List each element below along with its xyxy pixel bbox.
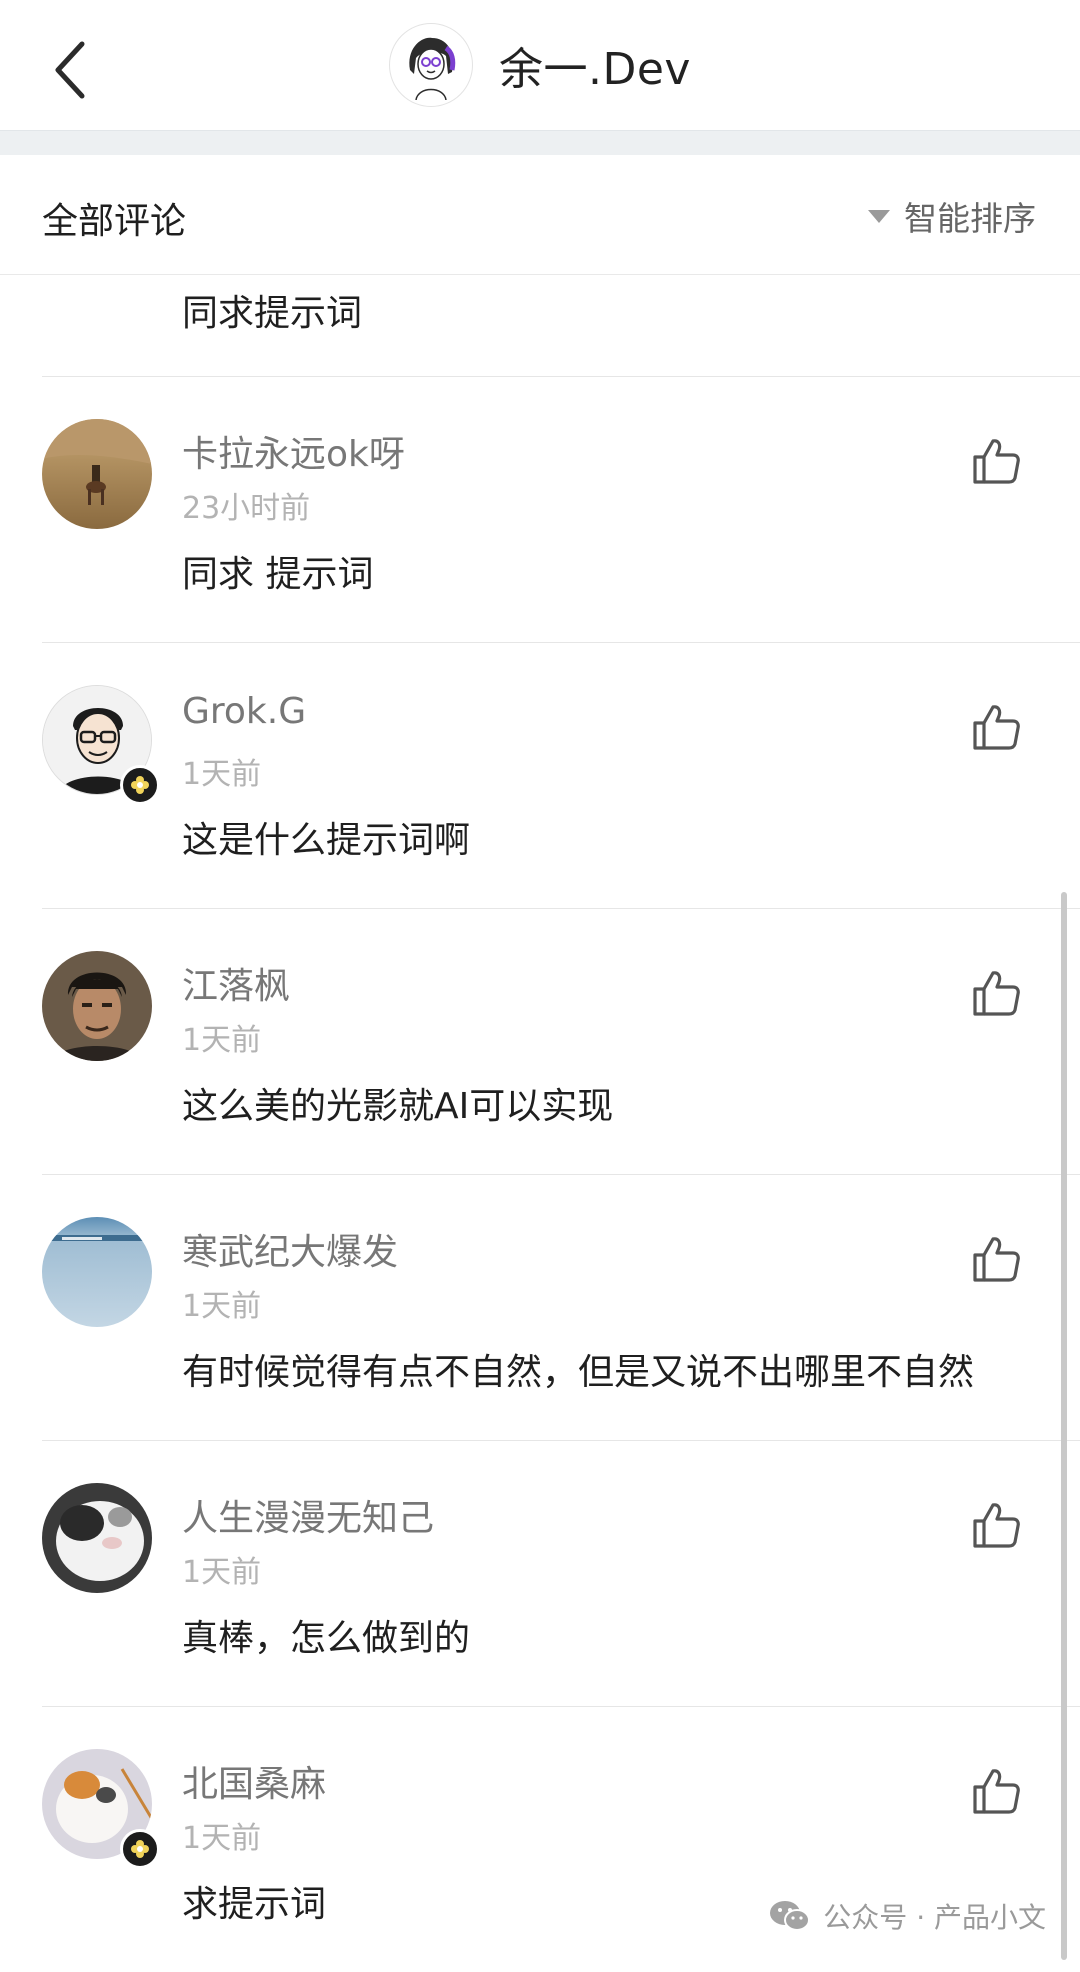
comment-author[interactable]: Grok.G bbox=[182, 691, 306, 732]
like-button[interactable] bbox=[970, 1499, 1022, 1551]
wechat-icon bbox=[770, 1901, 811, 1931]
partial-comment-text: 同求提示词 bbox=[182, 293, 363, 334]
like-button[interactable] bbox=[970, 1765, 1022, 1817]
comment-author[interactable]: 人生漫漫无知己 bbox=[182, 1489, 434, 1541]
thumbs-up-icon bbox=[973, 439, 1020, 484]
caret-down-icon bbox=[868, 209, 890, 223]
watermark-text: 公众号 · 产品小文 bbox=[823, 1901, 1046, 1934]
like-button[interactable] bbox=[970, 1233, 1022, 1285]
thumbs-up-icon bbox=[973, 1503, 1020, 1548]
comment-text: 有时候觉得有点不自然，但是又说不出哪里不自然 bbox=[182, 1352, 975, 1393]
sort-label: 智能排序 bbox=[904, 199, 1036, 238]
comment-time: 1天前 bbox=[182, 1821, 262, 1856]
comment-author[interactable]: 北国桑麻 bbox=[182, 1755, 326, 1807]
thumbs-up-icon bbox=[973, 971, 1020, 1016]
like-button[interactable] bbox=[970, 701, 1022, 753]
comment-text: 求提示词 bbox=[182, 1884, 327, 1925]
comment-time: 1天前 bbox=[182, 1023, 262, 1058]
comment-time: 1天前 bbox=[182, 1289, 262, 1324]
scrollbar[interactable] bbox=[1061, 892, 1067, 1960]
comment-item: 寒武纪大爆发 1天前 有时候觉得有点不自然，但是又说不出哪里不自然 bbox=[0, 1175, 1080, 1440]
comment-time: 1天前 bbox=[182, 1555, 262, 1590]
flower-badge-icon bbox=[131, 776, 149, 794]
avatar-image bbox=[42, 1217, 152, 1327]
top-nav-bar: 余一.Dev bbox=[0, 0, 1080, 130]
comment-item: 人生漫漫无知己 1天前 真棒，怎么做到的 bbox=[0, 1441, 1080, 1706]
avatar[interactable] bbox=[42, 951, 152, 1061]
avatar-image bbox=[42, 419, 152, 529]
verified-badge bbox=[120, 765, 160, 805]
like-button[interactable] bbox=[970, 967, 1022, 1019]
section-separator bbox=[0, 130, 1080, 155]
cartoon-girl-avatar bbox=[409, 37, 456, 100]
thumbs-up-icon bbox=[973, 705, 1020, 750]
comment-text: 同求 提示词 bbox=[182, 554, 374, 595]
like-button[interactable] bbox=[970, 435, 1022, 487]
thumbs-up-icon bbox=[973, 1237, 1020, 1282]
comment-text: 这么美的光影就AI可以实现 bbox=[182, 1086, 614, 1127]
watermark: 公众号 · 产品小文 bbox=[769, 1896, 1046, 1936]
avatar[interactable] bbox=[42, 1483, 152, 1593]
comment-author[interactable]: 江落枫 bbox=[182, 957, 290, 1009]
comment-item: 江落枫 1天前 这么美的光影就AI可以实现 bbox=[0, 909, 1080, 1174]
sort-button[interactable]: 智能排序 bbox=[868, 192, 1036, 240]
flower-badge-icon bbox=[131, 1840, 149, 1858]
verified-badge bbox=[120, 1829, 160, 1869]
page-title: 余一.Dev bbox=[499, 44, 691, 95]
avatar[interactable] bbox=[42, 419, 152, 529]
comment-text: 这是什么提示词啊 bbox=[182, 820, 471, 861]
comment-author[interactable]: 寒武纪大爆发 bbox=[182, 1223, 398, 1275]
title-group: 余一.Dev bbox=[0, 0, 1080, 130]
comment-item: Grok.G 1天前 这是什么提示词啊 bbox=[0, 643, 1080, 908]
avatar-image bbox=[42, 951, 152, 1061]
comments-header: 全部评论 智能排序 bbox=[0, 154, 1080, 275]
avatar-image bbox=[42, 1483, 152, 1593]
comment-author[interactable]: 卡拉永远ok呀 bbox=[182, 425, 405, 477]
author-avatar[interactable] bbox=[389, 23, 473, 107]
comment-time: 1天前 bbox=[182, 757, 262, 792]
comment-text: 真棒，怎么做到的 bbox=[182, 1618, 471, 1659]
comments-title: 全部评论 bbox=[42, 201, 187, 242]
comment-time: 23小时前 bbox=[182, 491, 311, 526]
comment-item: 卡拉永远ok呀 23小时前 同求 提示词 bbox=[0, 377, 1080, 642]
thumbs-up-icon bbox=[973, 1769, 1020, 1814]
avatar[interactable] bbox=[42, 1217, 152, 1327]
